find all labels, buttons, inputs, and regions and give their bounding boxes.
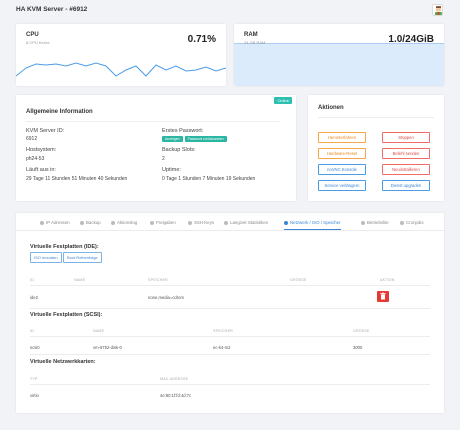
os-icon bbox=[361, 220, 365, 225]
cpu-sub: 8 CPU Kerne bbox=[26, 40, 50, 45]
uptime-value: 0 Tage 1 Stunden 7 Minuten 19 Sekunden bbox=[162, 176, 256, 182]
extend-service-button[interactable]: Service verlängern bbox=[318, 180, 366, 191]
ide-title: Virtuelle Festplatten (IDE): bbox=[30, 244, 99, 250]
runtime-value: 29 Tage 11 Stunden 51 Minuten 40 Sekunde… bbox=[26, 176, 128, 182]
send-command-button[interactable]: Befehl senden bbox=[382, 148, 430, 159]
backup-slots-value: 2 bbox=[162, 156, 165, 162]
scsi-col-id: ID bbox=[30, 329, 34, 333]
net-col-mac: MAC ADRESSE bbox=[160, 377, 189, 381]
password-label: Erstes Passwort: bbox=[162, 128, 204, 134]
upgrade-service-button[interactable]: Dienst upgraden bbox=[382, 180, 430, 191]
info-title: Allgemeine Information bbox=[26, 109, 93, 115]
page-title: HA KVM Server - #6912 bbox=[16, 6, 88, 13]
show-password-button[interactable]: Anzeigen bbox=[162, 136, 183, 142]
info-card: Allgemeine Information Online KVM Server… bbox=[16, 95, 296, 201]
scsi-row-name: vm-6752-disk-0 bbox=[93, 345, 122, 350]
net-title: Virtuelle Netzwerkkarten: bbox=[30, 359, 96, 365]
backup-icon bbox=[80, 220, 84, 225]
tab-ssh-keys[interactable]: SSH Keys bbox=[188, 216, 214, 230]
tab-ip-addresses[interactable]: IP Adressen bbox=[40, 216, 70, 230]
network-icon bbox=[40, 220, 44, 225]
clock-icon bbox=[400, 220, 404, 225]
details-card: IP Adressen Backup Aktionslog Freigaben … bbox=[16, 213, 444, 413]
scsi-row-id: scsi0 bbox=[30, 345, 40, 350]
ide-col-name: NAME bbox=[74, 278, 86, 282]
reinstall-button[interactable]: Neuinstallieren bbox=[382, 164, 430, 175]
cpu-value: 0.71% bbox=[187, 34, 216, 45]
ram-card: RAM 24 GB RAM 1.0/24GiB bbox=[234, 24, 444, 86]
actions-card: Aktionen Herunterfahren Stoppen Hardware… bbox=[308, 95, 444, 201]
user-avatar[interactable] bbox=[432, 4, 443, 16]
ide-row-id: ide2 bbox=[30, 295, 38, 300]
uptime-label: Uptime: bbox=[162, 167, 181, 173]
cpu-sparkline bbox=[16, 62, 226, 77]
tab-cronjobs[interactable]: Cronjobs bbox=[400, 216, 424, 230]
server-id-value: 6912 bbox=[26, 136, 38, 142]
ram-value: 1.0/24GiB bbox=[388, 34, 434, 45]
ide-col-storage: SPEICHER bbox=[148, 278, 168, 282]
avatar-icon bbox=[435, 6, 442, 15]
tab-backup[interactable]: Backup bbox=[80, 216, 101, 230]
status-badge: Online bbox=[274, 97, 292, 104]
hardware-reset-button[interactable]: Hardware-Reset bbox=[318, 148, 366, 159]
key-icon bbox=[188, 220, 192, 225]
ram-sub: 24 GB RAM bbox=[244, 40, 266, 45]
shutdown-button[interactable]: Herunterfahren bbox=[318, 132, 366, 143]
delete-button[interactable] bbox=[377, 291, 389, 302]
log-icon bbox=[111, 220, 115, 225]
globe-icon bbox=[284, 220, 288, 225]
tab-os[interactable]: Betriebslite bbox=[361, 216, 389, 230]
tab-network-iso-storage[interactable]: Netzwerk / ISO / Speicher bbox=[284, 216, 341, 230]
iso-mount-button[interactable]: ISO mounten bbox=[30, 252, 62, 263]
tab-shares[interactable]: Freigaben bbox=[150, 216, 176, 230]
chart-icon bbox=[224, 220, 228, 225]
backup-slots-label: Backup Slots: bbox=[162, 147, 196, 153]
tab-action-log[interactable]: Aktionslog bbox=[111, 216, 137, 230]
net-row-mac: 4e:80:1f:fd:4d:7c bbox=[160, 393, 192, 398]
tab-statistics[interactable]: Langzeit Statistiken bbox=[224, 216, 268, 230]
hostsystem-label: Hostsystem: bbox=[26, 147, 57, 153]
scsi-title: Virtuelle Festplatten (SCSI): bbox=[30, 312, 103, 318]
actions-title: Aktionen bbox=[318, 105, 344, 111]
scsi-col-storage: SPEICHER bbox=[213, 329, 233, 333]
ide-col-id: ID bbox=[30, 278, 34, 282]
trash-icon bbox=[380, 292, 386, 300]
ram-area bbox=[234, 43, 444, 86]
scsi-col-size: GRÖSSE bbox=[353, 329, 370, 333]
ram-label: RAM bbox=[244, 32, 258, 38]
ide-col-action: AKTION bbox=[380, 278, 395, 282]
server-id-label: KVM Server ID: bbox=[26, 128, 65, 134]
reset-password-button[interactable]: Passwort zurücksetzen bbox=[184, 136, 227, 142]
tab-bar: IP Adressen Backup Aktionslog Freigaben … bbox=[16, 216, 444, 230]
scsi-col-name: NAME bbox=[93, 329, 105, 333]
boot-order-button[interactable]: Boot Reihenfolge bbox=[62, 252, 102, 263]
share-icon bbox=[150, 220, 154, 225]
stop-button[interactable]: Stoppen bbox=[382, 132, 430, 143]
scsi-row-size: 3000 bbox=[353, 345, 363, 350]
cpu-label: CPU bbox=[26, 32, 39, 38]
net-row-type: virtio bbox=[30, 393, 39, 398]
ide-col-size: GRÖSSE bbox=[290, 278, 307, 282]
novnc-console-button[interactable]: noVNC Konsole bbox=[318, 164, 366, 175]
scsi-row-storage: ec-k4-m2 bbox=[213, 345, 231, 350]
hostsystem-value: ph24-53 bbox=[26, 156, 45, 162]
ide-row-storage: none,media=cdrom bbox=[148, 295, 184, 300]
net-col-type: TYP bbox=[30, 377, 38, 381]
runtime-label: Läuft aus in: bbox=[26, 167, 56, 173]
cpu-card: CPU 8 CPU Kerne 0.71% bbox=[16, 24, 226, 86]
